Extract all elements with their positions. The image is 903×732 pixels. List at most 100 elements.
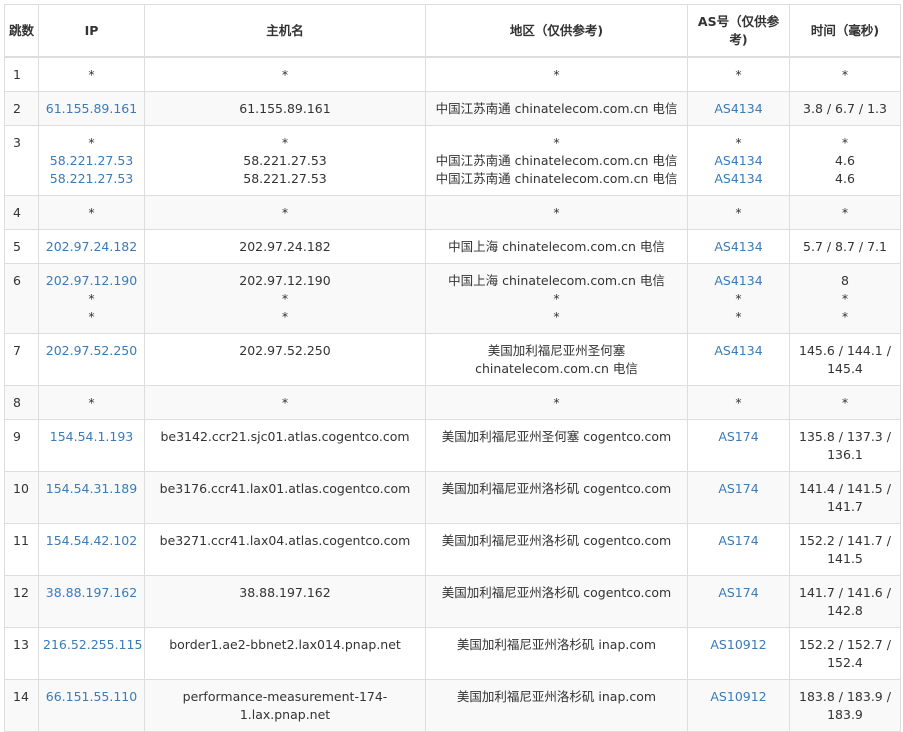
table-row: 12 38.88.197.162 38.88.197.162 美国加利福尼亚州洛杉矶 … — [4, 575, 901, 628]
region-cell: 美国加利福尼亚州洛杉矶 cogentco.com — [425, 471, 688, 524]
no-response-marker: * — [841, 67, 849, 82]
no-response-marker: * — [735, 67, 742, 82]
hostname-cell: * — [144, 385, 426, 420]
no-response-marker: * — [553, 135, 560, 150]
header-region: 地区（仅供参考) — [425, 4, 688, 58]
time-text: 152.2 / 152.7 / 152.4 — [799, 637, 891, 670]
no-response-marker: * — [88, 309, 95, 324]
region-cell: * — [425, 385, 688, 420]
ip-link[interactable]: 66.151.55.110 — [43, 688, 140, 706]
hostname-text: 202.97.24.182 — [239, 239, 331, 254]
as-link[interactable]: AS10912 — [692, 688, 785, 706]
hop-number: 12 — [4, 575, 39, 628]
table-row: 1 * * * * * — [4, 56, 901, 92]
as-link[interactable]: AS4134 — [692, 238, 785, 256]
as-link[interactable]: AS174 — [692, 480, 785, 498]
no-response-marker: * — [735, 291, 742, 306]
no-response-marker: * — [88, 395, 95, 410]
ip-cell: * — [38, 56, 145, 92]
time-cell: 152.2 / 141.7 / 141.5 — [789, 523, 901, 576]
time-cell: 135.8 / 137.3 / 136.1 — [789, 419, 901, 472]
hostname-text: performance-measurement-174-1.lax.pnap.n… — [182, 689, 388, 722]
no-response-marker: * — [841, 291, 849, 306]
ip-link[interactable]: 154.54.31.189 — [43, 480, 140, 498]
hostname-text: be3142.ccr21.sjc01.atlas.cogentco.com — [160, 429, 410, 444]
ip-link[interactable]: 216.52.255.115 — [43, 636, 142, 654]
ip-link[interactable]: 154.54.1.193 — [43, 428, 140, 446]
hostname-cell: * — [144, 195, 426, 230]
region-cell: * 中国江苏南通 chinatelecom.com.cn 电信 中国江苏南通 chi… — [425, 125, 688, 196]
table-row: 7 202.97.52.250 202.97.52.250 美国加利福尼亚州圣何塞 c… — [4, 333, 901, 386]
time-text: 183.8 / 183.9 / 183.9 — [799, 689, 891, 722]
hostname-cell: 202.97.24.182 — [144, 229, 426, 264]
as-link[interactable]: AS174 — [692, 428, 785, 446]
region-cell: 美国加利福尼亚州洛杉矶 inap.com — [425, 627, 688, 680]
hostname-cell: 202.97.52.250 — [144, 333, 426, 386]
table-row: 9 154.54.1.193 be3142.ccr21.sjc01.atlas.co… — [4, 419, 901, 472]
ip-cell: * — [38, 195, 145, 230]
no-response-marker: * — [281, 395, 289, 410]
region-text: 美国加利福尼亚州圣何塞 cogentco.com — [441, 429, 672, 444]
as-cell: AS4134 — [687, 333, 790, 386]
no-response-marker: * — [88, 205, 95, 220]
no-response-marker: * — [841, 309, 849, 324]
time-cell: 141.7 / 141.6 / 142.8 — [789, 575, 901, 628]
hostname-cell: be3176.ccr41.lax01.atlas.cogentco.com — [144, 471, 426, 524]
ip-link[interactable]: 58.221.27.53 — [43, 170, 140, 188]
hop-number: 5 — [4, 229, 39, 264]
as-link[interactable]: AS174 — [692, 532, 785, 550]
as-cell: * — [687, 195, 790, 230]
as-link[interactable]: AS10912 — [692, 636, 785, 654]
no-response-marker: * — [281, 291, 289, 306]
hop-number: 6 — [4, 263, 39, 334]
no-response-marker: * — [281, 135, 289, 150]
hostname-cell: be3271.ccr41.lax04.atlas.cogentco.com — [144, 523, 426, 576]
region-text: 美国加利福尼亚州圣何塞 chinatelecom.com.cn 电信 — [475, 343, 638, 376]
region-cell: 中国上海 chinatelecom.com.cn 电信 — [425, 229, 688, 264]
ip-link[interactable]: 202.97.24.182 — [43, 238, 140, 256]
ip-link[interactable]: 154.54.42.102 — [43, 532, 140, 550]
region-text: 中国上海 chinatelecom.com.cn 电信 — [448, 239, 665, 254]
ip-cell: 202.97.52.250 — [38, 333, 145, 386]
ip-link[interactable]: 202.97.52.250 — [43, 342, 140, 360]
region-cell: 美国加利福尼亚州圣何塞 chinatelecom.com.cn 电信 — [425, 333, 688, 386]
table-row: 8 * * * * * — [4, 385, 901, 420]
ip-cell: 154.54.31.189 — [38, 471, 145, 524]
ip-link[interactable]: 38.88.197.162 — [43, 584, 140, 602]
region-text: 美国加利福尼亚州洛杉矶 inap.com — [456, 637, 657, 652]
region-cell: 中国上海 chinatelecom.com.cn 电信 * * — [425, 263, 688, 334]
region-text: 中国江苏南通 chinatelecom.com.cn 电信 — [435, 171, 678, 186]
ip-link[interactable]: 58.221.27.53 — [43, 152, 140, 170]
hostname-cell: performance-measurement-174-1.lax.pnap.n… — [144, 679, 426, 732]
hop-number: 2 — [4, 91, 39, 126]
hostname-text: be3176.ccr41.lax01.atlas.cogentco.com — [159, 481, 411, 496]
no-response-marker: * — [553, 291, 560, 306]
as-link[interactable]: AS4134 — [692, 342, 785, 360]
header-time: 时间（毫秒) — [789, 4, 901, 58]
hop-number: 14 — [4, 679, 39, 732]
as-cell: AS4134 — [687, 229, 790, 264]
as-link[interactable]: AS4134 — [692, 100, 785, 118]
no-response-marker: * — [281, 309, 289, 324]
time-cell: * — [789, 56, 901, 92]
time-text: 8 — [841, 273, 849, 288]
time-cell: 8 * * — [789, 263, 901, 334]
as-link[interactable]: AS174 — [692, 584, 785, 602]
time-text: 141.7 / 141.6 / 142.8 — [799, 585, 891, 618]
ip-cell: 202.97.12.190 * * — [38, 263, 145, 334]
ip-link[interactable]: 61.155.89.161 — [43, 100, 140, 118]
as-link[interactable]: AS4134 — [692, 152, 785, 170]
no-response-marker: * — [553, 205, 560, 220]
hostname-text: 38.88.197.162 — [239, 585, 331, 600]
no-response-marker: * — [88, 67, 95, 82]
hop-number: 3 — [4, 125, 39, 196]
region-cell: 美国加利福尼亚州圣何塞 cogentco.com — [425, 419, 688, 472]
header-as: AS号（仅供参考) — [687, 4, 790, 58]
as-link[interactable]: AS4134 — [692, 272, 785, 290]
hostname-text: be3271.ccr41.lax04.atlas.cogentco.com — [159, 533, 411, 548]
ip-cell: 202.97.24.182 — [38, 229, 145, 264]
hostname-text: 202.97.52.250 — [239, 343, 331, 358]
table-body: 1 * * * * * 2 61.155.89.161 61.155.89.161 中国江苏南通 … — [4, 56, 901, 732]
as-link[interactable]: AS4134 — [692, 170, 785, 188]
ip-link[interactable]: 202.97.12.190 — [43, 272, 140, 290]
